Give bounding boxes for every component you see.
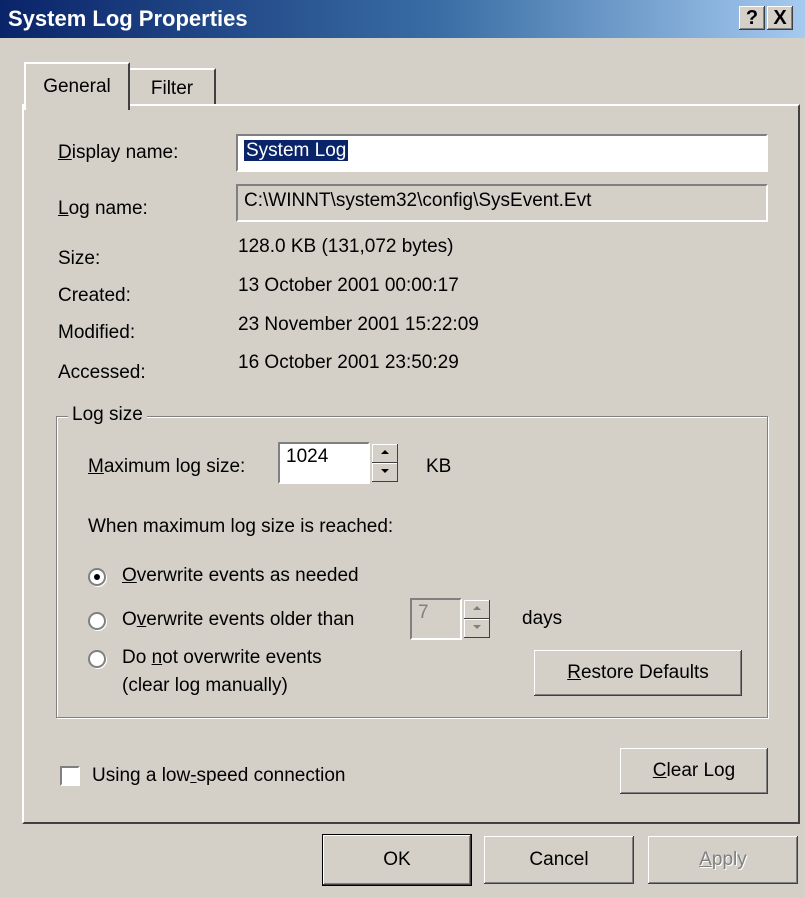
days-input[interactable]: 7 [410,598,462,640]
dialog-window: System Log Properties ? X General Filter… [0,0,805,898]
display-name-label: Display name: [58,142,179,163]
radio-overwrite-as-needed[interactable] [88,568,106,586]
chevron-down-icon [473,625,481,629]
cancel-label: Cancel [529,849,589,870]
ok-label: OK [383,849,411,870]
display-name-value: System Log [244,140,349,161]
radio-overwrite-older-than-label: Overwrite events older than [122,609,355,630]
log-name-label: Log name: [58,198,148,219]
tab-general-label: General [43,76,111,97]
accessed-label: Accessed: [58,362,146,383]
created-label: Created: [58,285,131,306]
apply-button[interactable]: Apply [648,836,798,884]
chevron-up-icon [473,606,481,610]
ok-button[interactable]: OK [322,834,472,886]
apply-label: Apply [699,849,747,870]
low-speed-checkbox[interactable] [60,766,80,786]
radio-do-not-overwrite-label: Do not overwrite events [122,647,322,668]
max-log-size-spinner[interactable] [372,444,398,482]
days-spin-down-button[interactable] [464,619,490,638]
max-log-size-input[interactable]: 1024 [278,442,370,484]
reached-label: When maximum log size is reached: [88,516,394,537]
modified-label: Modified: [58,322,136,343]
tab-filter[interactable]: Filter [130,68,216,104]
chevron-down-icon [381,469,389,473]
size-value: 128.0 KB (131,072 bytes) [238,236,454,257]
spin-down-button[interactable] [372,463,398,482]
days-spin-up-button[interactable] [464,600,490,619]
max-log-size-unit: KB [426,456,452,477]
close-icon: X [773,7,787,29]
tab-general[interactable]: General [24,62,130,110]
radio-do-not-overwrite-sublabel: (clear log manually) [122,675,288,696]
log-name-field[interactable]: C:\WINNT\system32\config\SysEvent.Evt [236,184,768,222]
clear-log-button[interactable]: Clear Log [620,748,768,794]
accessed-value: 16 October 2001 23:50:29 [238,352,459,373]
clear-log-label: Clear Log [652,760,736,781]
days-spinner[interactable] [464,600,490,638]
radio-overwrite-older-than[interactable] [88,612,106,630]
log-name-value: C:\WINNT\system32\config\SysEvent.Evt [244,190,592,211]
size-label: Size: [58,248,101,269]
help-button[interactable]: ? [739,6,765,30]
log-size-group-label: Log size [68,404,147,426]
chevron-up-icon [381,450,389,454]
created-value: 13 October 2001 00:00:17 [238,275,459,296]
title-bar[interactable]: System Log Properties ? X [0,0,805,38]
days-value: 7 [418,602,429,623]
display-name-field[interactable]: System Log [236,134,768,172]
modified-value: 23 November 2001 15:22:09 [238,314,479,335]
max-log-size-label: Maximum log size: [88,456,246,477]
low-speed-label: Using a low-speed connection [92,765,346,786]
radio-do-not-overwrite[interactable] [88,650,106,668]
radio-selected-dot [94,574,100,580]
tab-filter-label: Filter [150,78,194,99]
close-button[interactable]: X [767,6,793,30]
max-log-size-value: 1024 [286,446,329,467]
restore-defaults-label: Restore Defaults [567,662,709,683]
days-unit: days [522,608,563,629]
radio-overwrite-as-needed-label: Overwrite events as needed [122,565,359,586]
spin-up-button[interactable] [372,444,398,463]
help-icon: ? [745,7,759,29]
restore-defaults-button[interactable]: Restore Defaults [534,650,742,696]
cancel-button[interactable]: Cancel [484,836,634,884]
window-title: System Log Properties [8,6,248,31]
